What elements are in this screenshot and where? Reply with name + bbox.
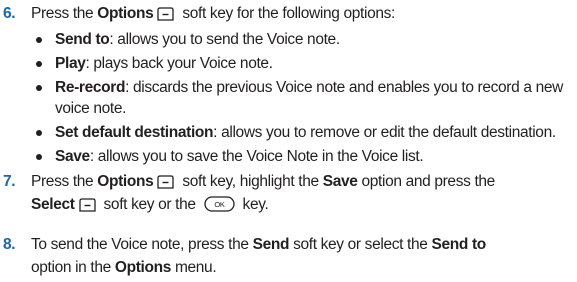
step-text: Press the: [31, 5, 98, 22]
select-label: Select: [31, 196, 75, 213]
option-name: Play: [55, 55, 86, 72]
step-text: To send the Voice note, press the: [31, 236, 253, 253]
step-7-continuation: Select soft key or the OK key.: [0, 195, 577, 214]
list-item: Set default destination: allows you to r…: [0, 123, 577, 142]
option-description: : allows you to send the Voice note.: [109, 31, 340, 48]
list-item: Send to: allows you to send the Voice no…: [0, 30, 577, 49]
option-name: Re-record: [55, 79, 126, 96]
option-name: Send to: [55, 31, 110, 48]
bullet: [36, 130, 42, 136]
step-text: soft key, highlight the: [178, 173, 323, 190]
save-label: Save: [322, 173, 358, 190]
options-label: Options: [97, 173, 154, 190]
step-text: Press the: [31, 173, 98, 190]
step-text: option and press the: [357, 173, 495, 190]
bullet: [36, 85, 42, 91]
step-7: 7. Press the Options soft key, highlight…: [0, 172, 577, 191]
options-label: Options: [97, 5, 154, 22]
bullet: [36, 61, 42, 67]
step-text: key.: [238, 196, 269, 213]
option-description: : plays back your Voice note.: [85, 55, 274, 72]
step-text: menu.: [170, 259, 217, 276]
list-item-continuation: voice note.: [0, 99, 577, 118]
step-text: soft key for the following options:: [178, 5, 395, 22]
option-name: Set default destination: [55, 124, 214, 141]
step-text: soft key or the: [99, 196, 200, 213]
step-8-continuation: option in the Options menu.: [0, 258, 577, 277]
step-text: soft key or select the: [289, 236, 432, 253]
option-description: : discards the previous Voice note and e…: [125, 79, 563, 96]
list-item: Save: allows you to save the Voice Note …: [0, 147, 577, 166]
soft-key-icon: [157, 7, 175, 21]
ok-key-icon: OK: [203, 196, 235, 217]
soft-key-icon: [157, 175, 175, 189]
option-description: : allows you to remove or edit the defau…: [213, 124, 556, 141]
send-to-label: Send to: [431, 236, 487, 253]
list-item: Re-record: discards the previous Voice n…: [0, 78, 577, 97]
option-description: : allows you to save the Voice Note in t…: [89, 148, 424, 165]
bullet: [36, 154, 42, 160]
step-text: option in the: [31, 259, 115, 276]
soft-key-icon: [78, 198, 96, 212]
list-item: Play: plays back your Voice note.: [0, 54, 577, 73]
options-label: Options: [114, 259, 171, 276]
step-number: 8.: [3, 236, 16, 253]
ok-key-label: OK: [214, 200, 224, 209]
step-8: 8. To send the Voice note, press the Sen…: [0, 235, 577, 254]
manual-page: 6. Press the Options soft key for the fo…: [0, 0, 577, 282]
step-number: 6.: [3, 5, 16, 22]
step-6: 6. Press the Options soft key for the fo…: [0, 4, 577, 23]
send-label: Send: [252, 236, 290, 253]
bullet: [36, 37, 42, 43]
step-number: 7.: [3, 173, 16, 190]
option-description: voice note.: [55, 100, 127, 117]
option-name: Save: [55, 148, 90, 165]
